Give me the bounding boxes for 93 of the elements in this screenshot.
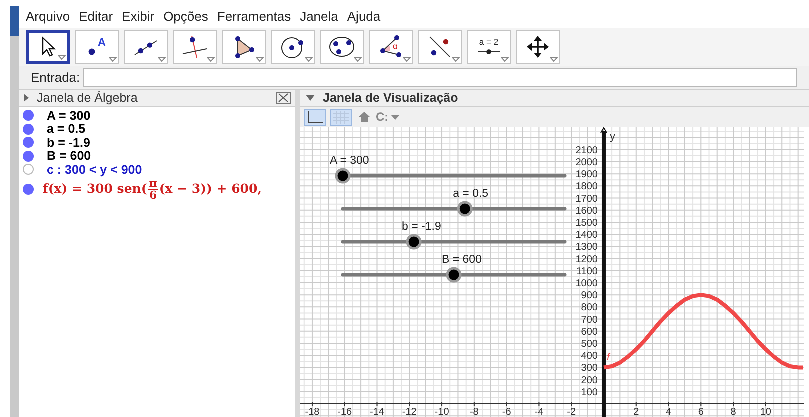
tick-label: 800 [581,302,598,314]
slider-thumb[interactable] [457,201,473,217]
slider-track[interactable] [341,234,567,250]
tick-label: 400 [581,351,598,362]
caret-icon [158,57,166,62]
grid-toggle[interactable] [330,108,352,126]
tick-label: 600 [581,326,598,338]
axes-toggle[interactable] [304,108,326,126]
menu-item[interactable]: Arquivo [26,7,70,27]
algebra-entry: B = 600 [47,150,92,162]
caret-icon [58,55,66,60]
tick-label: 1200 [576,254,598,266]
axis-label: y [610,131,616,143]
tick-label: 2 [634,406,640,417]
collapse-triangle-icon[interactable] [23,94,30,102]
tick-label: 500 [581,338,598,350]
tool-button[interactable]: α [369,30,413,64]
curve-label: f [606,352,610,364]
tick-label: 100 [581,387,598,398]
caret-icon [305,57,313,62]
ellipse-icon [328,35,356,59]
slider-thumb[interactable] [446,267,462,283]
caret-icon [501,57,509,62]
axes-icon [307,110,323,124]
tick-label: 8 [730,406,736,417]
tick-label: 1700 [576,194,598,205]
slider-label: A = 300 [330,155,370,167]
algebra-entry: c : 300 < y < 900 [47,164,142,176]
algebra-entry: a = 0.5 [47,123,86,136]
caret-icon [452,57,460,62]
slider-label: b = -1.9 [402,221,442,233]
caret-icon [403,57,411,62]
menu-item[interactable]: Ajuda [347,7,381,27]
panel-title: Janela de Álgebra [37,90,138,107]
home-icon [358,112,370,122]
slider-label: a = 0.5 [453,188,489,200]
tick-label: -10 [434,406,450,417]
tick-label: -6 [502,406,512,417]
grid-icon [333,110,349,124]
tick-label: 6 [698,406,704,417]
caret-icon [256,57,264,62]
algebra-entry: b = -1.9 [47,136,90,149]
slider-label: B = 600 [442,254,482,266]
algebra-entry: A = 300 [47,110,91,122]
caret-icon [207,57,215,62]
tick-label: 1300 [576,242,598,254]
slider-thumb[interactable] [406,234,422,250]
tool-button[interactable] [26,30,70,64]
tick-label: 200 [581,375,598,386]
function-curve[interactable] [604,293,804,370]
slider-track[interactable] [335,168,567,184]
tick-label: 1100 [576,266,598,278]
input-field[interactable] [83,68,797,87]
tick-label: 700 [581,314,598,326]
tick-label: 1000 [576,278,598,290]
input-label: Entrada: [31,68,80,87]
window-edge-strip [10,6,19,36]
caret-icon [109,57,117,62]
tool-button[interactable]: a = 2 [467,30,511,64]
tick-label: -2 [567,406,576,417]
tick-label: -12 [402,406,417,417]
caret-icon [550,57,558,62]
tick-label: 1800 [576,182,598,193]
caret-icon [390,114,400,120]
tick-label: 300 [581,363,598,374]
tick-label: 1600 [576,206,598,217]
tick-label: -4 [534,406,544,417]
tick-label: 10 [760,406,772,417]
tick-label: 1500 [576,218,598,229]
tick-label: 900 [581,290,598,302]
tick-label: -16 [338,406,352,417]
menu-item[interactable]: Exibir [122,7,155,27]
tick-label: 2000 [576,157,598,168]
tick-label: 4 [666,406,672,417]
slider-track[interactable] [341,201,567,217]
caret-icon [354,57,362,62]
panel-title: Janela de Visualização [323,90,458,107]
tick-label: -8 [470,406,479,417]
slider-track[interactable] [341,267,567,283]
tick-label: -18 [305,406,320,417]
tick-label: -14 [370,406,384,417]
slider-thumb[interactable] [335,168,351,184]
collapse-triangle-icon[interactable] [306,95,315,101]
perpendicular-line-icon [181,35,209,59]
tick-label: 1900 [576,170,598,181]
menu-item[interactable]: Editar [79,7,114,27]
tool-button[interactable]: A [75,30,119,64]
close-icon[interactable] [276,92,291,104]
menu-item[interactable]: Ferramentas [217,7,292,27]
menu-item[interactable]: Janela [300,7,338,27]
tick-label: 2100 [576,145,598,156]
menu-item[interactable]: Opções [164,7,208,27]
tick-label: 1400 [576,230,598,242]
